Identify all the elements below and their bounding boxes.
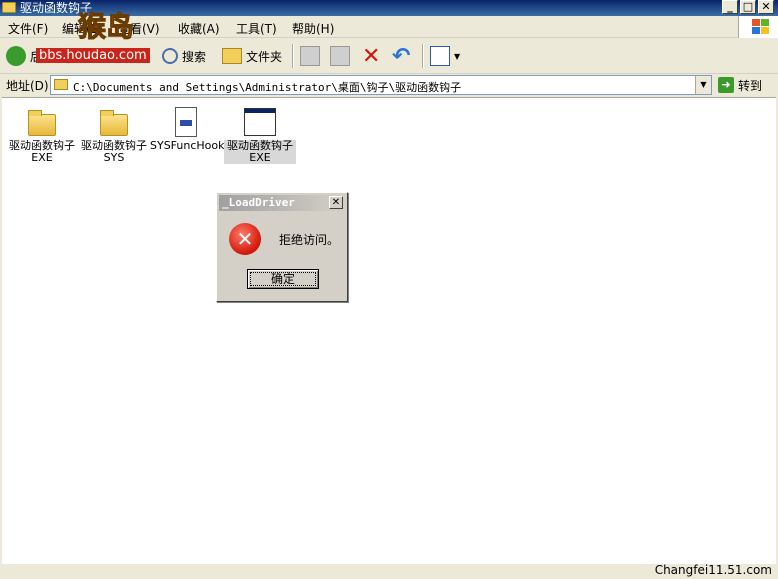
- search-label: 搜索: [182, 49, 207, 64]
- undo-button[interactable]: ↶: [392, 43, 411, 69]
- folder-icon: [54, 79, 68, 90]
- delete-button[interactable]: ✕: [362, 43, 381, 69]
- go-arrow-icon: ➜: [718, 77, 734, 93]
- ok-button[interactable]: 确定: [247, 269, 319, 289]
- close-button[interactable]: ✕: [758, 0, 774, 14]
- list-item[interactable]: 驱动函数钩子EXE: [224, 106, 296, 164]
- list-item[interactable]: 驱动函数钩子SYS: [78, 106, 150, 164]
- move-to-button[interactable]: [300, 44, 324, 68]
- go-label: 转到: [738, 78, 763, 93]
- maximize-button[interactable]: □: [740, 0, 756, 14]
- chevron-down-icon: ▼: [454, 51, 461, 61]
- menu-tools[interactable]: 工具(T): [236, 20, 277, 37]
- address-input[interactable]: C:\Documents and Settings\Administrator\…: [50, 75, 712, 95]
- watermark-site: bbs.houdao.com: [36, 48, 150, 63]
- explorer-window: 驱动函数钩子 _ □ ✕ 文件(F) 编辑(E) 查看(V) 收藏(A) 工具(…: [0, 0, 778, 579]
- views-icon: [430, 46, 450, 66]
- folder-icon: [2, 2, 16, 13]
- file-view[interactable]: 驱动函数钩子EXE 驱动函数钩子SYS SYSFuncHook 驱动函数钩子EX…: [2, 97, 776, 564]
- folders-label: 文件夹: [246, 49, 283, 64]
- toolbar-divider: [292, 44, 294, 68]
- watermark-name: 猴岛: [77, 10, 135, 44]
- move-to-icon: [300, 46, 320, 66]
- dialog-message: 拒绝访问。: [279, 233, 340, 247]
- file-name: 驱动函数钩子SYS: [81, 139, 147, 164]
- credit-text: Changfei11.51.com: [654, 563, 772, 577]
- menu-favorites[interactable]: 收藏(A): [178, 20, 220, 37]
- address-bar: 地址(D) C:\Documents and Settings\Administ…: [0, 74, 778, 96]
- list-item[interactable]: 驱动函数钩子EXE: [6, 106, 78, 164]
- error-icon: ✕: [229, 223, 261, 255]
- copy-to-button[interactable]: [330, 44, 354, 68]
- file-name: 驱动函数钩子EXE: [9, 139, 75, 164]
- error-dialog: _LoadDriver ✕ ✕ 拒绝访问。 确定: [216, 192, 348, 302]
- folders-button[interactable]: 文件夹: [222, 44, 282, 68]
- menu-help[interactable]: 帮助(H): [292, 20, 334, 37]
- list-item[interactable]: SYSFuncHook: [150, 106, 225, 152]
- file-name: SYSFuncHook: [150, 139, 225, 152]
- undo-icon: ↶: [392, 43, 411, 69]
- dll-file-icon: [175, 107, 197, 137]
- go-button[interactable]: ➜ 转到: [718, 76, 762, 94]
- address-label: 地址(D): [6, 79, 49, 93]
- back-arrow-icon: [6, 46, 26, 66]
- exe-file-icon: [244, 108, 276, 136]
- dialog-title-bar[interactable]: _LoadDriver ✕: [219, 195, 345, 211]
- file-name: 驱动函数钩子EXE: [224, 140, 296, 164]
- windows-logo-icon: [738, 16, 778, 38]
- folder-icon: [222, 48, 242, 64]
- address-value: C:\Documents and Settings\Administrator\…: [73, 81, 462, 94]
- views-button[interactable]: ▼: [430, 44, 460, 68]
- dialog-close-button[interactable]: ✕: [329, 196, 343, 209]
- delete-icon: ✕: [362, 43, 381, 69]
- dialog-title: _LoadDriver: [222, 196, 295, 209]
- search-button[interactable]: 搜索: [162, 44, 206, 68]
- copy-to-icon: [330, 46, 350, 66]
- folder-icon: [28, 110, 56, 136]
- site-watermark: 猴岛 bbs.houdao.com: [28, 0, 158, 68]
- chevron-down-icon[interactable]: ▼: [695, 76, 711, 94]
- search-icon: [162, 48, 178, 64]
- minimize-button[interactable]: _: [722, 0, 738, 14]
- folder-icon: [100, 110, 128, 136]
- toolbar-divider: [422, 44, 424, 68]
